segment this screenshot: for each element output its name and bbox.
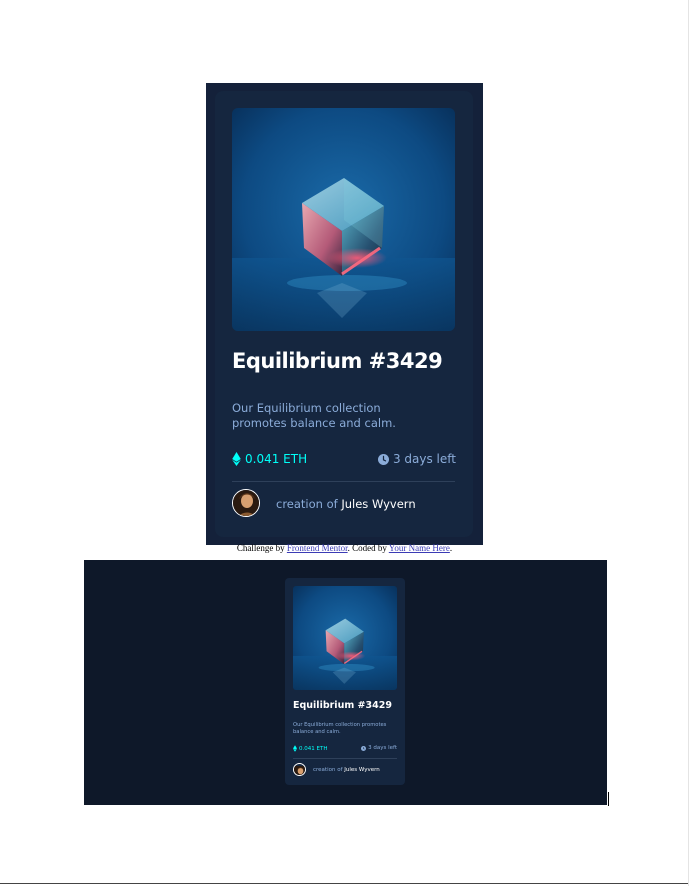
price-preview: 0.041 ETH — [293, 745, 327, 752]
attribution-prefix: Challenge by — [236, 543, 285, 553]
time-left-label: 3 days left — [392, 452, 456, 466]
avatar-image — [294, 766, 305, 775]
bottom-border — [0, 883, 689, 884]
creator-prefix-preview: creation of — [313, 767, 343, 773]
card-description-preview: Our Equilibrium collection promotes bala… — [293, 722, 387, 735]
cube-crystal-image — [293, 586, 397, 690]
time-left-preview: 3 days left — [361, 745, 397, 751]
divider-preview — [293, 758, 397, 759]
creator-preview: creation of Jules Wyvern — [313, 767, 380, 773]
price-label: 0.041 ETH — [245, 452, 308, 466]
attribution-middle: . Coded by — [347, 543, 387, 553]
cube-crystal-image — [232, 108, 455, 331]
text-cursor — [608, 792, 609, 806]
avatar — [232, 489, 260, 517]
time-left: 3 days left — [377, 452, 456, 466]
card-title[interactable]: Equilibrium #3429 — [232, 349, 443, 373]
card-description: Our Equilibrium collection promotes bala… — [232, 401, 396, 430]
creator: creation of Jules Wyvern — [276, 497, 416, 511]
nft-card-preview: Equilibrium #3429 Our Equilibrium collec… — [285, 578, 405, 785]
creator-name-preview[interactable]: Jules Wyvern — [344, 767, 380, 773]
avatar-preview — [293, 763, 306, 776]
clock-icon — [361, 745, 367, 751]
time-left-label-preview: 3 days left — [368, 745, 397, 751]
price: 0.041 ETH — [232, 452, 307, 466]
avatar-image — [233, 490, 259, 516]
nft-card: Equilibrium #3429 Our Equilibrium collec… — [215, 91, 473, 537]
cube-image-preview[interactable] — [293, 586, 397, 690]
attribution: Challenge by Frontend Mentor. Coded by Y… — [0, 543, 689, 553]
author-link[interactable]: Your Name Here — [389, 543, 450, 553]
ethereum-icon — [293, 745, 297, 752]
card-title-preview[interactable]: Equilibrium #3429 — [293, 700, 392, 711]
cube-image[interactable] — [232, 108, 455, 331]
price-label-preview: 0.041 ETH — [299, 745, 328, 752]
attribution-suffix: . — [449, 543, 453, 553]
clock-icon — [377, 453, 389, 465]
creator-prefix: creation of — [276, 497, 338, 511]
ethereum-icon — [232, 452, 241, 466]
creator-name[interactable]: Jules Wyvern — [341, 497, 415, 511]
preview-frame: Equilibrium #3429 Our Equilibrium collec… — [84, 560, 607, 805]
frontend-mentor-link[interactable]: Frontend Mentor — [287, 543, 348, 553]
divider — [232, 481, 455, 482]
